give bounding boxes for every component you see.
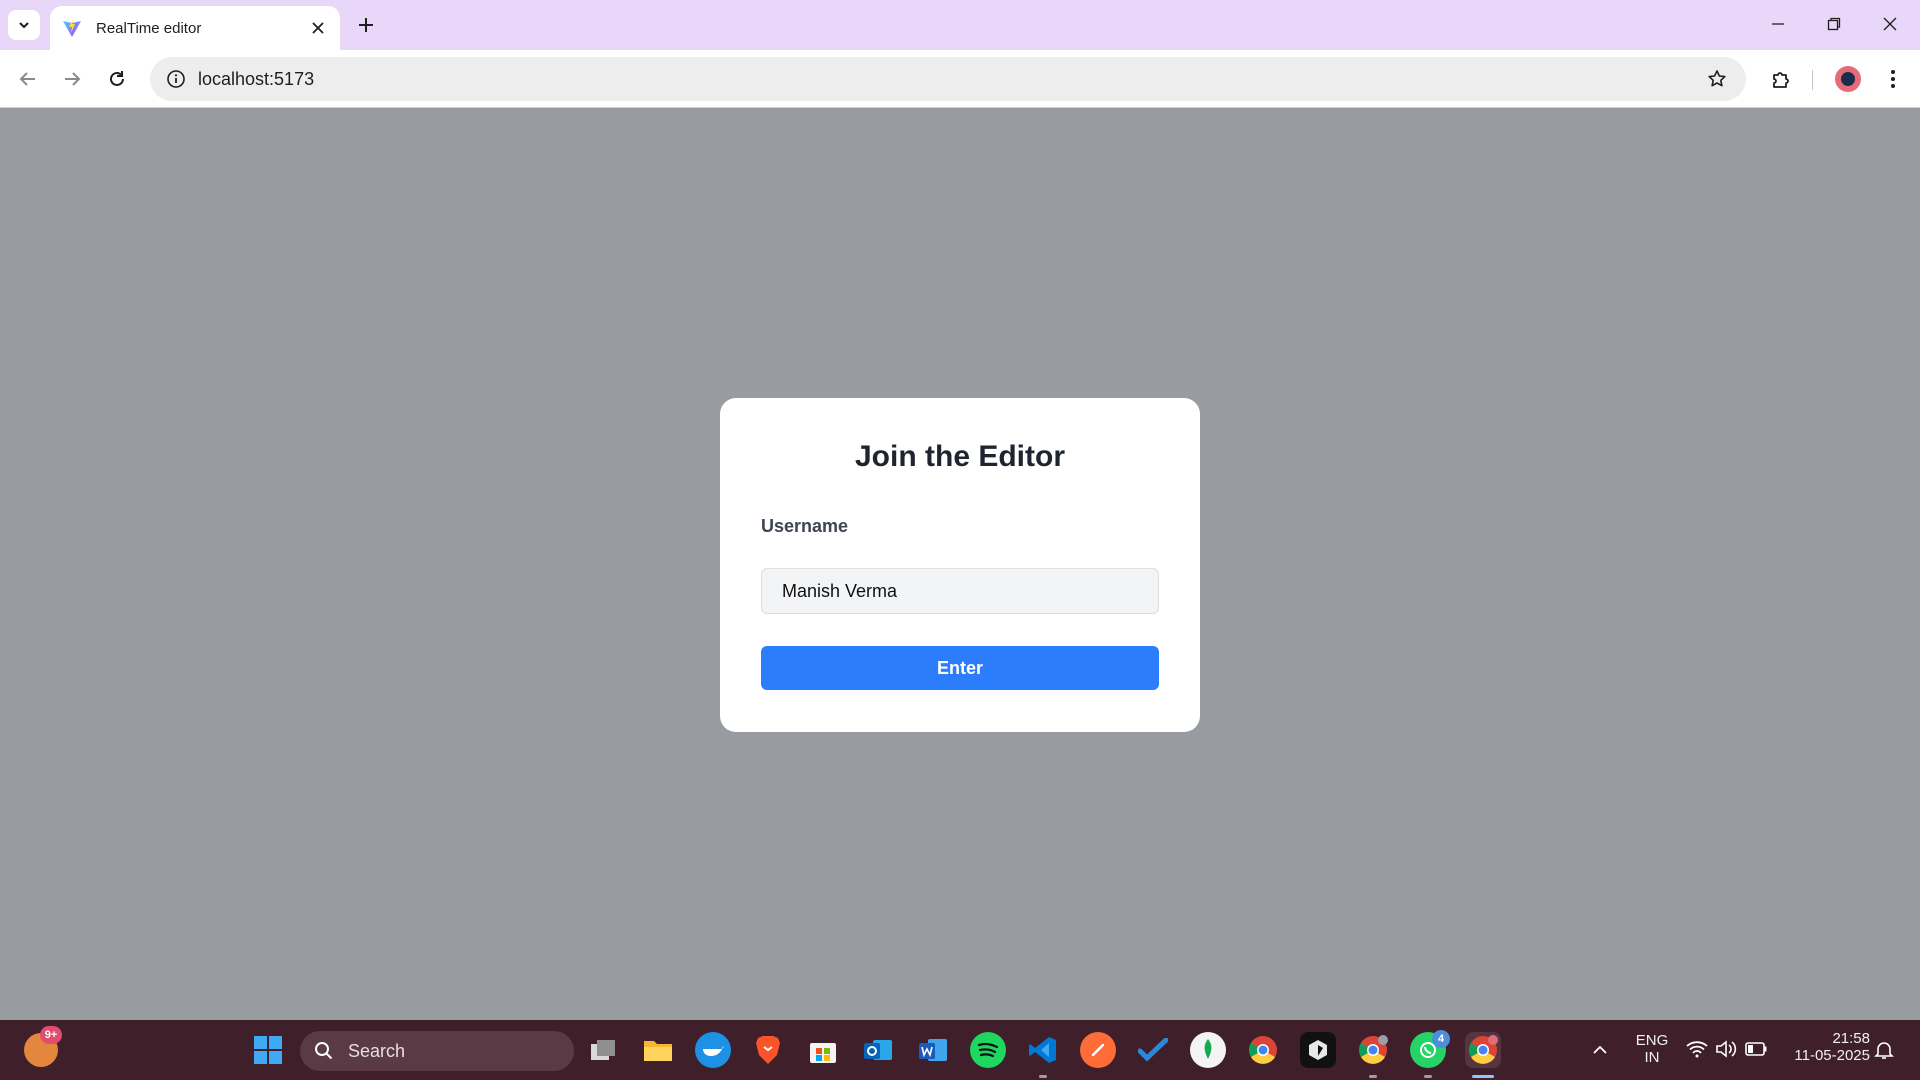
wifi-icon[interactable] bbox=[1686, 1040, 1708, 1058]
vscode-running-indicator bbox=[1039, 1075, 1047, 1078]
username-label: Username bbox=[761, 516, 849, 536]
browser-tab-strip: RealTime editor bbox=[0, 0, 1920, 50]
profile-button[interactable] bbox=[1832, 63, 1864, 95]
avatar bbox=[1835, 66, 1861, 92]
more-vertical-icon bbox=[1891, 70, 1895, 88]
date-text: 11-05-2025 bbox=[1794, 1047, 1870, 1064]
docker-icon[interactable] bbox=[695, 1032, 731, 1068]
whatsapp-running-indicator bbox=[1424, 1075, 1432, 1078]
arrow-right-icon bbox=[65, 72, 81, 86]
back-button[interactable] bbox=[12, 63, 44, 95]
join-card: Join the Editor Username Enter bbox=[720, 398, 1200, 732]
chrome-icon[interactable] bbox=[1245, 1032, 1281, 1068]
taskbar: 9+ Search 4 ENG IN 21:58 11-05-2025 bbox=[0, 1020, 1920, 1080]
plus-icon bbox=[359, 18, 373, 32]
chrome-active-indicator bbox=[1472, 1075, 1494, 1078]
tab-search-button[interactable] bbox=[8, 10, 40, 40]
vscode-icon[interactable] bbox=[1025, 1032, 1061, 1068]
whatsapp-badge: 4 bbox=[1432, 1030, 1450, 1048]
tab-title: RealTime editor bbox=[96, 19, 202, 37]
chevron-down-icon bbox=[19, 22, 29, 29]
volume-icon[interactable] bbox=[1715, 1040, 1737, 1058]
windows-logo-icon bbox=[254, 1036, 282, 1064]
page-title: Join the Editor bbox=[855, 440, 1065, 473]
battery-icon[interactable] bbox=[1745, 1042, 1767, 1056]
enter-button[interactable]: Enter bbox=[761, 646, 1159, 690]
browser-tab[interactable]: RealTime editor bbox=[50, 6, 340, 50]
browser-menu-button[interactable] bbox=[1877, 63, 1909, 95]
language-code: ENG bbox=[1635, 1032, 1669, 1049]
minimize-button[interactable] bbox=[1758, 8, 1798, 40]
taskbar-search[interactable]: Search bbox=[300, 1031, 574, 1071]
url-text[interactable]: localhost:5173 bbox=[198, 69, 1702, 90]
reload-button[interactable] bbox=[101, 63, 133, 95]
search-label: Search bbox=[348, 1040, 406, 1061]
spotify-icon[interactable] bbox=[970, 1032, 1006, 1068]
chevron-up-icon[interactable] bbox=[1592, 1042, 1608, 1058]
bookmark-star-icon[interactable] bbox=[1702, 64, 1732, 94]
minimize-icon bbox=[1772, 23, 1784, 25]
reload-icon bbox=[110, 71, 124, 86]
close-icon bbox=[312, 22, 324, 34]
region-code: IN bbox=[1644, 1049, 1660, 1066]
chrome-active-icon[interactable] bbox=[1465, 1032, 1501, 1068]
browser-toolbar: localhost:5173 bbox=[0, 50, 1920, 108]
username-input[interactable] bbox=[761, 568, 1159, 614]
forward-button[interactable] bbox=[56, 63, 88, 95]
microsoft-store-icon[interactable] bbox=[805, 1032, 841, 1068]
notification-bell-icon[interactable] bbox=[1874, 1040, 1894, 1060]
extensions-button[interactable] bbox=[1766, 63, 1798, 95]
address-bar[interactable]: localhost:5173 bbox=[150, 57, 1746, 101]
restore-icon bbox=[1827, 17, 1841, 31]
outlook-icon[interactable] bbox=[860, 1032, 896, 1068]
puzzle-icon bbox=[1773, 72, 1789, 88]
restore-button[interactable] bbox=[1814, 8, 1854, 40]
mongodb-compass-icon[interactable] bbox=[1190, 1032, 1226, 1068]
toolbar-divider bbox=[1812, 70, 1813, 90]
site-info-icon[interactable] bbox=[164, 67, 188, 91]
tab-close-button[interactable] bbox=[306, 16, 330, 40]
clock[interactable]: 21:58 11-05-2025 bbox=[1780, 1030, 1870, 1064]
vite-logo-icon bbox=[63, 19, 81, 37]
close-icon bbox=[1883, 17, 1897, 31]
postman-icon[interactable] bbox=[1080, 1032, 1116, 1068]
brave-icon[interactable] bbox=[750, 1032, 786, 1068]
close-window-button[interactable] bbox=[1870, 8, 1910, 40]
chrome-profile-icon[interactable] bbox=[1355, 1032, 1391, 1068]
chrome-profile-running-indicator bbox=[1369, 1075, 1377, 1078]
search-icon bbox=[315, 1042, 333, 1060]
arrow-left-icon bbox=[19, 72, 35, 86]
cursor-app-icon[interactable] bbox=[1300, 1032, 1336, 1068]
todo-icon[interactable] bbox=[1135, 1032, 1171, 1068]
notification-badge: 9+ bbox=[40, 1026, 62, 1044]
word-icon[interactable] bbox=[915, 1032, 951, 1068]
start-button[interactable] bbox=[250, 1032, 286, 1068]
new-tab-button[interactable] bbox=[352, 11, 380, 39]
task-view-icon[interactable] bbox=[585, 1032, 621, 1068]
language-indicator[interactable]: ENG IN bbox=[1632, 1032, 1672, 1066]
time-text: 21:58 bbox=[1832, 1030, 1870, 1047]
file-explorer-icon[interactable] bbox=[640, 1032, 676, 1068]
